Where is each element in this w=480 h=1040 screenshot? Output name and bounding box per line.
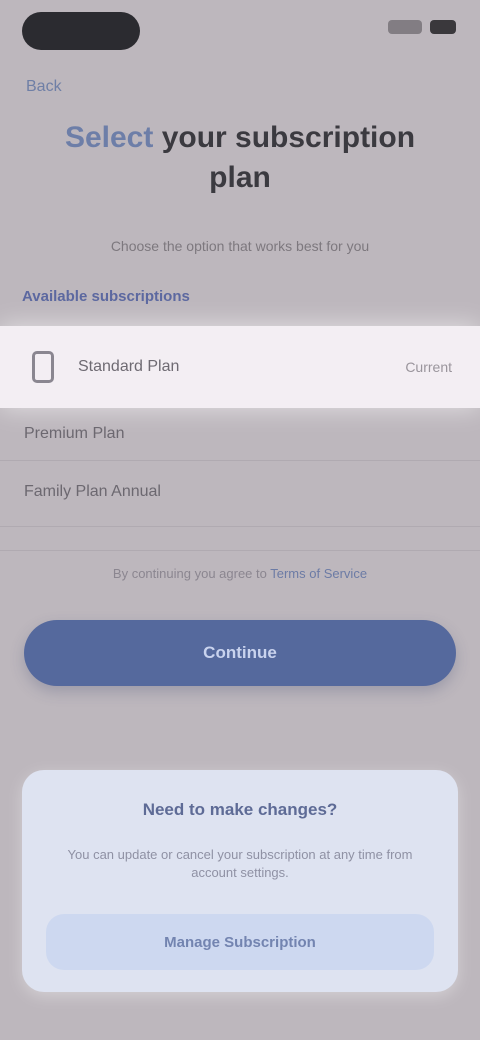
page-subtitle: Choose the option that works best for yo… xyxy=(110,238,370,254)
status-icons xyxy=(388,20,456,34)
terms-prefix: By continuing you agree to xyxy=(112,566,271,581)
manage-subscription-button[interactable]: Manage Subscription xyxy=(46,914,434,970)
plan-option-label: Premium Plan xyxy=(24,425,125,442)
status-bar xyxy=(0,0,480,60)
title-rest: your subscription plan xyxy=(161,121,416,194)
time-pill xyxy=(22,12,140,50)
divider xyxy=(0,460,480,461)
terms-text: By continuing you agree to Terms of Serv… xyxy=(0,566,480,581)
plan-option-label: Family Plan Annual xyxy=(24,483,161,500)
page-header: Select your subscription plan Choose the… xyxy=(40,118,440,256)
battery-icon xyxy=(430,20,456,34)
phone-icon xyxy=(32,351,54,383)
plan-option[interactable]: Premium Plan xyxy=(24,412,456,456)
selected-plan-label: Standard Plan xyxy=(78,358,180,375)
manage-subscription-card: Need to make changes? You can update or … xyxy=(22,770,458,992)
back-link[interactable]: Back xyxy=(26,78,62,96)
selected-plan-row[interactable]: Standard Plan Current xyxy=(0,326,480,408)
plan-option[interactable]: Family Plan Annual xyxy=(24,470,456,514)
title-accent: Select xyxy=(64,121,154,154)
signal-icon xyxy=(388,20,422,34)
card-title: Need to make changes? xyxy=(142,800,338,819)
selected-plan-status: Current xyxy=(405,359,452,375)
page-title: Select your subscription plan xyxy=(40,118,440,198)
card-text: You can update or cancel your subscripti… xyxy=(67,847,413,880)
terms-link[interactable]: Terms of Service xyxy=(270,566,367,581)
section-label: Available subscriptions xyxy=(22,288,190,305)
continue-button[interactable]: Continue xyxy=(24,620,456,686)
divider xyxy=(0,550,480,551)
divider xyxy=(0,526,480,527)
